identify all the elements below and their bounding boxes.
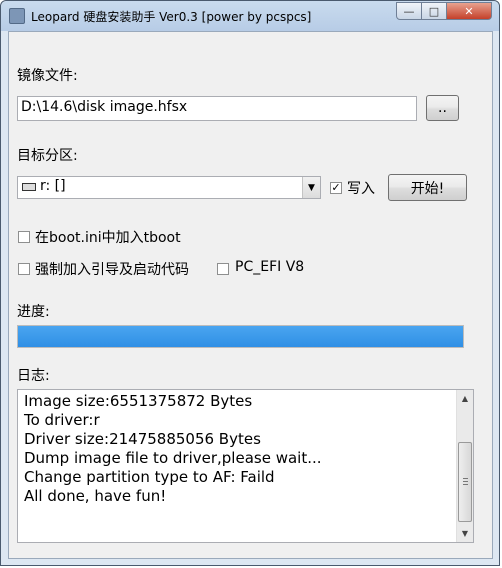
client-area: 镜像文件: D:\14.6\disk image.hfsx .. 目标分区: r… bbox=[8, 31, 493, 559]
write-checkbox[interactable]: ✓ bbox=[330, 182, 342, 194]
progress-fill bbox=[18, 326, 463, 347]
drive-icon bbox=[22, 183, 36, 191]
maximize-button[interactable]: □ bbox=[421, 2, 447, 20]
window-title: Leopard 硬盘安装助手 Ver0.3 [power by pcspcs] bbox=[31, 10, 312, 24]
log-textarea[interactable]: Image size:6551375872 Bytes To driver:r Dr… bbox=[17, 389, 474, 543]
progress-label: 进度: bbox=[17, 304, 50, 320]
title-bar[interactable]: Leopard 硬盘安装助手 Ver0.3 [power by pcspcs] … bbox=[1, 1, 499, 31]
progress-bar bbox=[17, 325, 464, 348]
log-label: 日志: bbox=[17, 368, 50, 384]
check-mark-icon: ✓ bbox=[331, 181, 341, 194]
log-line: Change partition type to AF: Faild bbox=[24, 468, 275, 486]
tboot-checkbox[interactable] bbox=[18, 231, 30, 243]
log-line: Image size:6551375872 Bytes bbox=[24, 392, 253, 410]
log-line: Dump image file to driver,please wait... bbox=[24, 449, 322, 467]
target-partition-label: 目标分区: bbox=[17, 148, 78, 164]
close-button[interactable]: ✕ bbox=[446, 2, 492, 20]
force-boot-checkbox[interactable] bbox=[18, 263, 30, 275]
browse-button[interactable]: .. bbox=[426, 95, 459, 121]
chevron-down-icon[interactable]: ▼ bbox=[302, 177, 320, 198]
scroll-down-icon[interactable]: ▼ bbox=[457, 525, 473, 542]
force-boot-label: 强制加入引导及启动代码 bbox=[35, 262, 189, 278]
image-file-input[interactable]: D:\14.6\disk image.hfsx bbox=[17, 96, 417, 121]
image-file-label: 镜像文件: bbox=[17, 68, 78, 84]
log-line: Driver size:21475885056 Bytes bbox=[24, 430, 261, 448]
scroll-up-icon[interactable]: ▲ bbox=[457, 390, 473, 407]
start-button[interactable]: 开始! bbox=[388, 174, 467, 201]
pcefi-checkbox[interactable] bbox=[217, 263, 229, 275]
pcefi-label: PC_EFI V8 bbox=[235, 259, 305, 275]
partition-selected-value: r: [] bbox=[40, 178, 66, 194]
log-line: To driver:r bbox=[24, 411, 100, 429]
app-window: Leopard 硬盘安装助手 Ver0.3 [power by pcspcs] … bbox=[0, 0, 500, 566]
log-scrollbar[interactable]: ▲ ▼ bbox=[456, 390, 473, 542]
tboot-label: 在boot.ini中加入tboot bbox=[35, 230, 181, 246]
minimize-button[interactable]: — bbox=[396, 2, 422, 20]
partition-select[interactable]: r: [] ▼ bbox=[17, 176, 321, 199]
scroll-thumb[interactable] bbox=[458, 442, 472, 522]
app-icon bbox=[9, 8, 25, 24]
write-label: 写入 bbox=[347, 181, 375, 197]
log-line: All done, have fun! bbox=[24, 487, 167, 505]
log-lines: Image size:6551375872 Bytes To driver:r Dr… bbox=[24, 392, 455, 506]
